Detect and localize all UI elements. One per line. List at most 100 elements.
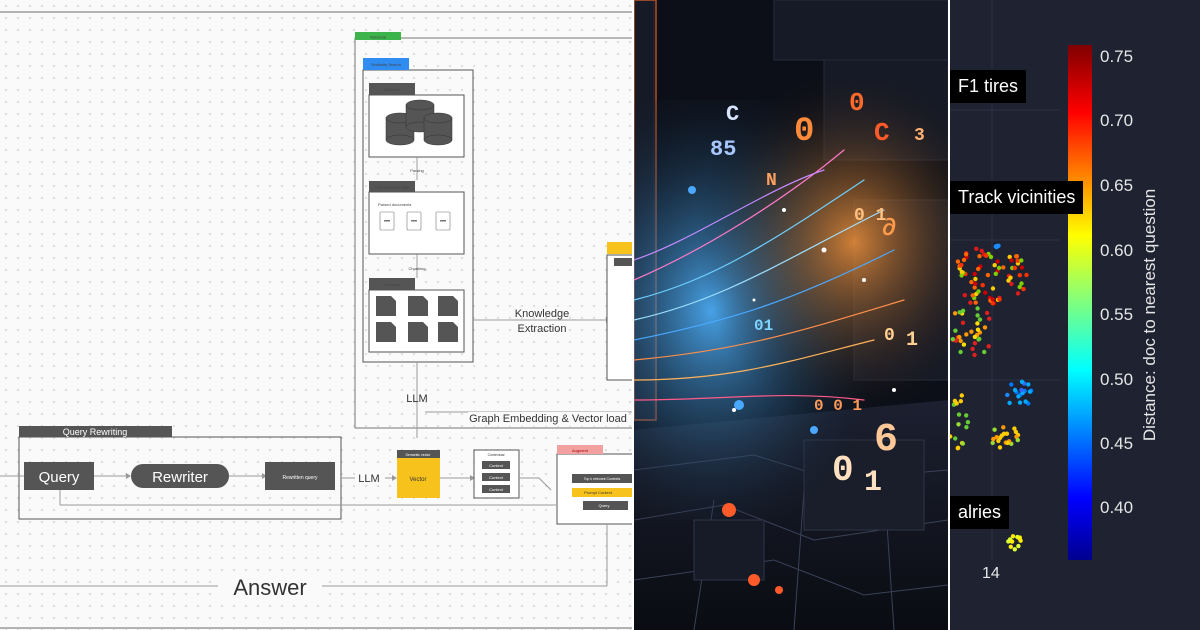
scatter-point bbox=[955, 446, 960, 451]
rewritten-query-label: Rewritten query bbox=[282, 475, 318, 481]
scatter-point bbox=[1008, 275, 1013, 280]
scatter-point bbox=[1019, 258, 1024, 263]
parsed-documents-label: Parsed documents bbox=[378, 202, 411, 207]
scatter-point bbox=[975, 327, 981, 332]
context-item-3: Context bbox=[489, 487, 504, 492]
scatter-point bbox=[1024, 272, 1029, 278]
scatter-point bbox=[1019, 265, 1025, 270]
scatter-point bbox=[958, 338, 963, 344]
scatter-point bbox=[990, 286, 996, 291]
scatter-point bbox=[1017, 400, 1023, 405]
scatter-point bbox=[973, 300, 978, 305]
scatter-point bbox=[961, 342, 967, 347]
colorbar-tick-3: 0.65 bbox=[1100, 176, 1134, 195]
scatter-point bbox=[972, 352, 977, 358]
scatter-point bbox=[956, 422, 961, 427]
scatter-point bbox=[1012, 265, 1018, 271]
scatter-point bbox=[1001, 425, 1006, 430]
scatter-point bbox=[1009, 258, 1014, 263]
svg-text:0 1: 0 1 bbox=[854, 206, 887, 226]
semantic-vector-label: Semantic vector bbox=[405, 453, 431, 457]
scatter-point bbox=[953, 436, 958, 441]
scatter-point bbox=[1012, 387, 1018, 393]
scatter-point bbox=[963, 252, 969, 257]
context-header-label: Contextual bbox=[488, 453, 505, 457]
scatter-point bbox=[1026, 382, 1031, 387]
scatter-point bbox=[950, 434, 953, 439]
query-rewriting-label: Query Rewriting bbox=[63, 427, 128, 437]
scatter-point bbox=[973, 276, 978, 282]
scatter-point bbox=[976, 266, 981, 272]
svg-text:0: 0 bbox=[832, 450, 854, 491]
scatter-point bbox=[959, 262, 964, 268]
llm-mid-label: LLM bbox=[358, 473, 379, 485]
scatter-point bbox=[958, 399, 963, 404]
scatter-point bbox=[984, 253, 989, 258]
scatter-point bbox=[992, 427, 997, 432]
colorbar-title: Distance: doc to nearest question bbox=[1140, 188, 1159, 442]
data-info-label: Data info bbox=[384, 87, 401, 92]
scatter-point bbox=[974, 246, 979, 251]
scatter-point bbox=[968, 300, 973, 305]
scatter-point bbox=[1017, 536, 1022, 541]
scatter-point bbox=[988, 254, 994, 260]
scatter-point bbox=[994, 435, 999, 440]
scatter-point bbox=[995, 259, 1000, 264]
scatter-point bbox=[977, 317, 983, 322]
rewriter-label: Rewriter bbox=[152, 469, 208, 486]
scatter-point bbox=[1009, 281, 1014, 287]
scatter-point bbox=[950, 337, 955, 342]
scatter-point bbox=[960, 320, 966, 325]
scatter-point bbox=[1009, 382, 1014, 387]
svg-text:C: C bbox=[874, 118, 890, 148]
scatter-point bbox=[980, 283, 985, 288]
colorbar-tick-2: 0.70 bbox=[1100, 111, 1134, 130]
scatter-point bbox=[992, 263, 997, 268]
context-item-1: Context bbox=[489, 463, 504, 468]
llm-top-label: LLM bbox=[406, 393, 427, 405]
scatter-point bbox=[1017, 284, 1022, 290]
svg-text:0: 0 bbox=[849, 88, 865, 118]
scatter-point bbox=[1014, 254, 1019, 259]
parsing-label: Parsing bbox=[410, 168, 424, 173]
svg-text:0 0 1: 0 0 1 bbox=[814, 397, 862, 415]
scatter-point bbox=[983, 290, 988, 295]
scatter-point bbox=[993, 244, 998, 249]
scatter-point bbox=[996, 265, 1002, 271]
scatter-point bbox=[1007, 400, 1012, 406]
scatter-point bbox=[1023, 399, 1028, 404]
scatter-point bbox=[1008, 544, 1013, 549]
scatter-point bbox=[965, 420, 971, 425]
scatter-point bbox=[972, 341, 978, 346]
answer-label: Answer bbox=[233, 575, 306, 600]
scatter-point bbox=[972, 334, 978, 340]
knowledge-extraction-line2: Extraction bbox=[518, 323, 567, 335]
svg-text:1: 1 bbox=[906, 329, 918, 352]
scatter-point bbox=[1005, 392, 1010, 398]
knowledge-extraction-line1: Knowledge bbox=[515, 308, 569, 320]
scatter-point bbox=[997, 445, 1003, 450]
svg-text:85: 85 bbox=[710, 137, 736, 162]
rag-diagram: Retrieval Similarity Search Data info Pa… bbox=[0, 11, 632, 629]
vector-label: Vector bbox=[409, 477, 426, 483]
scatter-point bbox=[975, 306, 980, 311]
svg-text:6: 6 bbox=[874, 418, 898, 463]
scatter-point bbox=[1009, 539, 1015, 544]
scatter-point bbox=[1019, 379, 1025, 384]
scatter-point bbox=[1004, 431, 1010, 436]
retrieval-label: Retrieval bbox=[370, 35, 386, 40]
colorbar-tick-5: 0.55 bbox=[1100, 305, 1134, 324]
scatter-point bbox=[1016, 394, 1021, 399]
svg-text:0: 0 bbox=[884, 326, 895, 346]
scatter-point bbox=[954, 401, 959, 406]
svg-text:1: 1 bbox=[864, 466, 882, 500]
x-tick-label: 14 bbox=[982, 565, 1000, 582]
scatter-point bbox=[1015, 437, 1020, 443]
query-label: Query bbox=[39, 469, 80, 486]
svg-text:0: 0 bbox=[794, 113, 814, 151]
scatter-point bbox=[1015, 291, 1021, 296]
colorbar-tick-1: 0.75 bbox=[1100, 47, 1134, 66]
scatter-point bbox=[973, 281, 978, 286]
scatter-point bbox=[986, 344, 991, 349]
scatter-point bbox=[952, 311, 958, 316]
